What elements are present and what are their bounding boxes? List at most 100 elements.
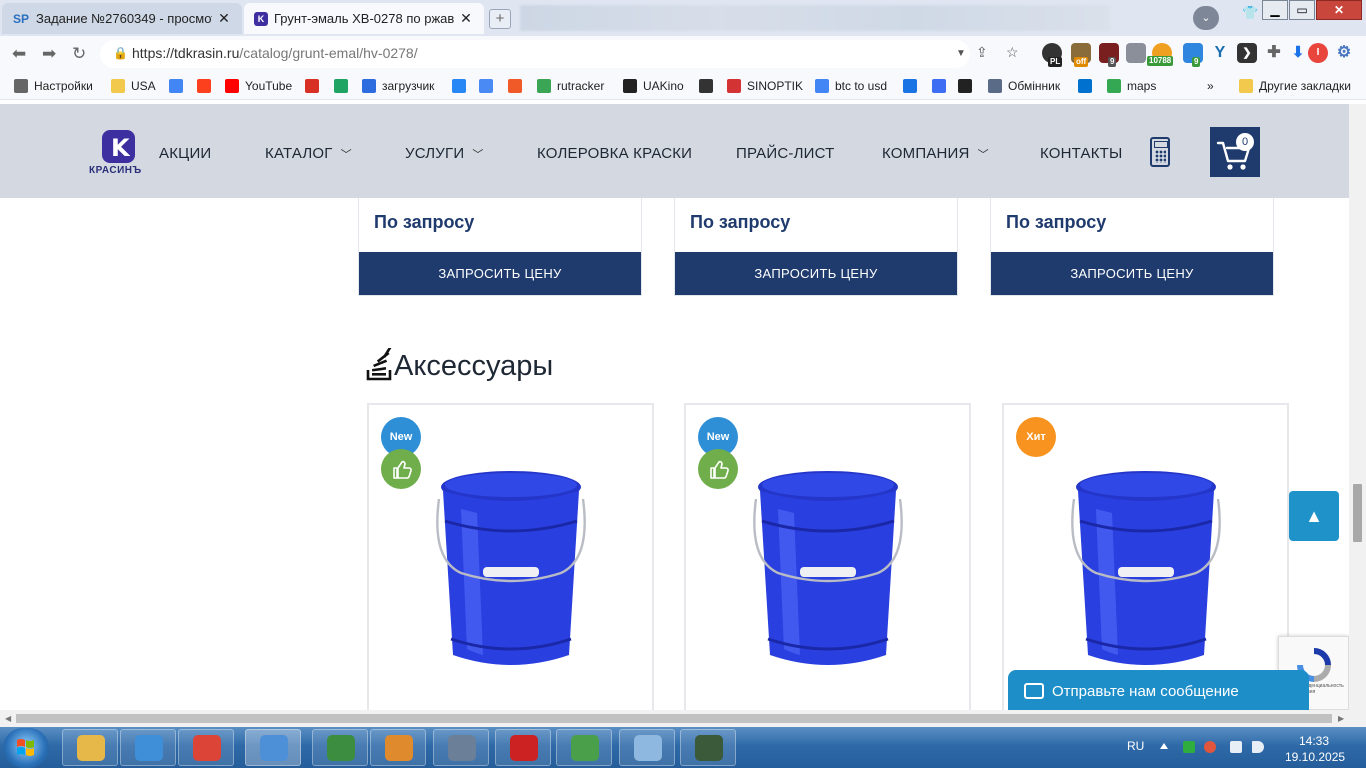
bookmark-item[interactable]: UAKino [623,79,684,93]
browser-tab-product[interactable]: K Грунт-эмаль ХВ-0278 по ржавчин ✕ [244,3,484,34]
volume-icon[interactable] [1252,741,1264,753]
dropdown-icon[interactable]: ▼ [956,48,966,59]
extension-y-icon[interactable]: Y [1210,43,1230,63]
bookmark-item[interactable] [958,79,978,93]
bookmark-item[interactable]: Обмінник [988,79,1060,93]
taskbar-app-button[interactable] [178,729,234,766]
taskbar-app-button[interactable] [370,729,426,766]
bookmark-item[interactable] [452,79,472,93]
taskbar-app-button[interactable] [680,729,736,766]
taskbar-app-button[interactable] [556,729,612,766]
close-tab-icon[interactable]: ✕ [216,10,232,27]
calculator-icon[interactable] [1150,137,1170,167]
bookmark-item[interactable]: SINOPTIK [727,79,803,93]
taskbar-app-button[interactable] [619,729,675,766]
horizontal-scrollbar-thumb[interactable] [16,714,1332,723]
accessory-card[interactable]: Хит [1002,403,1289,710]
cart-button[interactable] [1210,127,1260,177]
like-badge[interactable] [698,449,738,489]
url-text[interactable]: https://tdkrasin.ru/catalog/grunt-emal/h… [132,45,418,61]
nav-price-list[interactable]: ПРАЙС-ЛИСТ [736,145,835,162]
scroll-right-icon[interactable]: ▶ [1338,714,1344,723]
taskbar-app-button[interactable] [433,729,489,766]
nav-company[interactable]: КОМПАНИЯ ﹀ [882,145,989,162]
minimize-window-button[interactable]: ▁ [1262,0,1288,20]
taskbar-app-button[interactable] [495,729,551,766]
taskbar-app-button[interactable] [120,729,176,766]
extension-briefcase-icon[interactable] [1126,43,1146,63]
bookmark-item[interactable] [334,79,354,93]
bookmark-item[interactable] [1078,79,1098,93]
horizontal-scrollbar[interactable]: ◀ ▶ [0,710,1366,727]
profile-chevron-icon[interactable]: ⌄ [1193,6,1219,30]
maximize-window-button[interactable]: ▭ [1289,0,1315,20]
scroll-left-icon[interactable]: ◀ [5,714,11,723]
accessory-card[interactable]: New [684,403,971,710]
bookmark-item[interactable]: btc to usd [815,79,887,93]
tray-app-icon[interactable] [1183,741,1195,753]
bookmark-item[interactable] [169,79,189,93]
taskbar-app-button[interactable] [62,729,118,766]
chat-message-button[interactable]: Отправьте нам сообщение [1008,670,1309,710]
theme-shirt-icon[interactable]: 👕 [1242,5,1258,21]
bookmark-item[interactable] [932,79,952,93]
bookmark-item[interactable]: maps [1107,79,1156,93]
back-arrow-icon[interactable]: ⬅ [12,44,26,64]
start-button[interactable] [3,728,49,768]
tray-app-icon[interactable] [1204,741,1216,753]
reload-icon[interactable]: ↻ [72,44,86,64]
vertical-scrollbar-thumb[interactable] [1353,484,1362,542]
other-bookmarks-folder[interactable]: Другие закладки [1239,79,1351,93]
extensions-puzzle-icon[interactable]: ✚ [1264,43,1284,63]
krasin-logo-icon[interactable]: K [102,130,135,163]
more-bookmarks-button[interactable]: » [1207,79,1214,93]
bookmark-item[interactable] [479,79,499,93]
nav-promotions[interactable]: АКЦИИ [159,145,211,162]
logo-text[interactable]: КРАСИНЪ [89,165,142,176]
nav-paint-tinting[interactable]: КОЛЕРОВКА КРАСКИ [537,145,692,162]
like-badge[interactable] [381,449,421,489]
browser-tab-task[interactable]: SP Задание №2760349 - просмотр з ✕ [2,3,242,34]
bookmark-item[interactable] [903,79,923,93]
lock-icon[interactable]: 🔒 [113,46,128,60]
tray-expand-icon[interactable] [1160,743,1168,749]
extension-arrow-icon[interactable]: ❯ [1237,43,1257,63]
share-icon[interactable]: ⇪ [976,44,988,61]
vertical-scrollbar[interactable] [1349,104,1366,710]
taskbar-app-button[interactable] [245,729,301,766]
forward-arrow-icon[interactable]: ➡ [42,44,56,64]
bookmark-item[interactable] [197,79,217,93]
request-price-button[interactable]: ЗАПРОСИТЬ ЦЕНУ [675,252,957,295]
nav-contacts[interactable]: КОНТАКТЫ [1040,145,1123,162]
close-tab-icon[interactable]: ✕ [458,10,474,27]
nav-catalog[interactable]: КАТАЛОГ ﹀ [265,145,352,162]
request-price-button[interactable]: ЗАПРОСИТЬ ЦЕНУ [991,252,1273,295]
nav-services[interactable]: УСЛУГИ ﹀ [405,145,484,162]
browser-menu-icon[interactable]: ⚙ [1334,43,1354,63]
close-window-button[interactable]: ✕ [1316,0,1362,20]
bookmark-item[interactable]: USA [111,79,156,93]
bookmark-star-icon[interactable]: ☆ [1006,44,1019,61]
chevron-down-icon: ﹀ [340,149,352,161]
section-title-accessories: Аксессуары [394,350,554,382]
bookmark-item[interactable]: rutracker [537,79,604,93]
bookmark-item[interactable]: Настройки [14,79,93,93]
bookmark-item[interactable] [305,79,325,93]
bookmark-item[interactable]: загрузчик [362,79,434,93]
taskbar-app-button[interactable] [312,729,368,766]
downloads-icon[interactable]: ⬇ [1288,43,1308,63]
bookmark-item[interactable]: YouTube [225,79,292,93]
folder-icon [1239,79,1253,93]
clock-date[interactable]: 19.10.2025 [1285,750,1345,764]
accessory-card[interactable]: New [367,403,654,710]
scroll-to-top-button[interactable]: ▲ [1289,491,1339,541]
clock-time[interactable]: 14:33 [1299,734,1329,748]
bookmark-item[interactable] [699,79,719,93]
profile-avatar[interactable]: I [1308,43,1328,63]
new-tab-button[interactable]: + [489,9,511,29]
language-indicator[interactable]: RU [1127,739,1144,753]
network-icon[interactable] [1230,741,1242,753]
request-price-button[interactable]: ЗАПРОСИТЬ ЦЕНУ [359,252,641,295]
bookmark-item[interactable] [508,79,528,93]
clock-app-icon [448,735,476,761]
